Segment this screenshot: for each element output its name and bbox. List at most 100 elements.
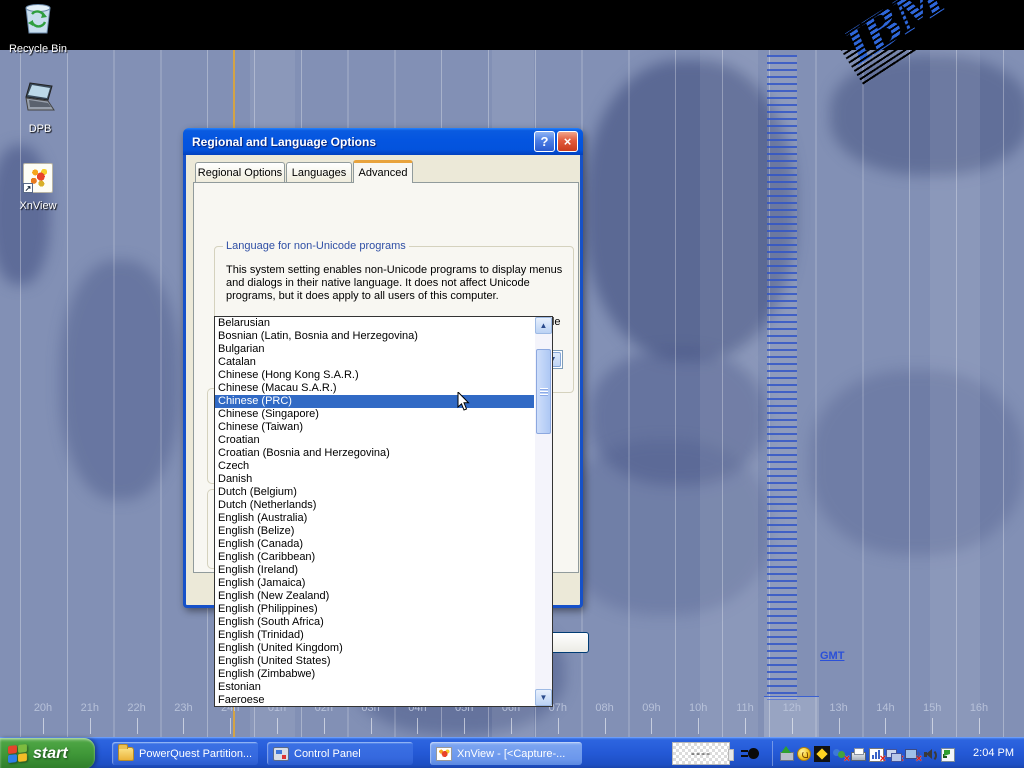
language-option[interactable]: Croatian (Bosnia and Herzegovina) <box>215 447 552 460</box>
desktop-icon-label: Recycle Bin <box>0 43 76 55</box>
ac-power-plug-icon[interactable] <box>740 746 762 761</box>
desktop-icon-xnview[interactable]: ↗ XnView <box>0 163 76 212</box>
hour-label: 13h <box>817 702 861 714</box>
hour-tick <box>324 718 325 734</box>
language-dropdown-list: BelarusianBosnian (Latin, Bosnia and Her… <box>214 316 553 707</box>
list-scrollbar[interactable]: ▲ ▼ <box>535 317 552 706</box>
gmt-label: GMT <box>820 650 844 662</box>
task-button[interactable]: Control Panel <box>267 742 413 765</box>
hour-tick <box>885 718 886 734</box>
description-line: and dialogs in their native language. It… <box>226 277 562 290</box>
language-option[interactable]: Estonian <box>215 681 552 694</box>
ati-icon[interactable] <box>814 746 830 762</box>
messenger-icon[interactable] <box>796 746 812 762</box>
cpanel-icon <box>273 747 289 761</box>
start-button-label: start <box>33 745 68 763</box>
wallpaper-top-strip: IBM <box>0 0 1024 50</box>
xnview-icon: ↗ <box>23 163 53 193</box>
language-option[interactable]: Bulgarian <box>215 343 552 356</box>
language-option[interactable]: Bosnian (Latin, Bosnia and Herzegovina) <box>215 330 552 343</box>
language-option[interactable]: English (United States) <box>215 655 552 668</box>
help-button[interactable]: ? <box>534 131 555 152</box>
taskbar-clock[interactable]: 2:04 PM <box>973 738 1014 768</box>
group-description: This system setting enables non-Unicode … <box>226 264 562 303</box>
language-option[interactable]: English (Jamaica) <box>215 577 552 590</box>
dialog-title: Regional and Language Options <box>192 135 532 149</box>
hour-label: 11h <box>723 702 767 714</box>
hour-label: 23h <box>161 702 205 714</box>
language-option[interactable]: Danish <box>215 473 552 486</box>
tab-advanced[interactable]: Advanced <box>353 160 413 183</box>
xnview-icon <box>436 747 452 761</box>
printer-icon[interactable] <box>850 746 866 762</box>
language-option[interactable]: Chinese (Hong Kong S.A.R.) <box>215 369 552 382</box>
dialog-titlebar[interactable]: Regional and Language Options ? × <box>183 128 583 155</box>
task-button-label: PowerQuest Partition... <box>139 748 252 760</box>
task-button-label: XnView - [<Capture-... <box>457 748 565 760</box>
apply-button-fragment[interactable] <box>547 632 589 653</box>
language-option[interactable]: Dutch (Netherlands) <box>215 499 552 512</box>
language-option[interactable]: Chinese (Macau S.A.R.) <box>215 382 552 395</box>
shortcut-arrow-icon: ↗ <box>23 183 33 193</box>
tab-languages[interactable]: Languages <box>286 162 352 183</box>
display-error-icon[interactable]: × <box>904 746 920 762</box>
language-option[interactable]: Faeroese <box>215 694 552 707</box>
hour-label: 12h <box>770 702 814 714</box>
language-option[interactable]: English (Philippines) <box>215 603 552 616</box>
hour-tick <box>932 718 933 734</box>
close-button[interactable]: × <box>557 131 578 152</box>
language-option[interactable]: Czech <box>215 460 552 473</box>
hour-label: 22h <box>115 702 159 714</box>
language-option[interactable]: English (Zimbabwe) <box>215 668 552 681</box>
hour-tick <box>698 718 699 734</box>
users-offline-icon[interactable]: × <box>832 746 848 762</box>
mouse-cursor <box>457 392 471 417</box>
task-button[interactable]: XnView - [<Capture-... <box>430 742 582 765</box>
language-option[interactable]: Dutch (Belgium) <box>215 486 552 499</box>
hour-label: 09h <box>629 702 673 714</box>
language-option[interactable]: Chinese (Singapore) <box>215 408 552 421</box>
language-option[interactable]: English (Canada) <box>215 538 552 551</box>
language-option[interactable]: Catalan <box>215 356 552 369</box>
start-button[interactable]: start <box>0 738 95 768</box>
hour-label: 15h <box>910 702 954 714</box>
tab-regional-options[interactable]: Regional Options <box>195 162 285 183</box>
language-option[interactable]: Croatian <box>215 434 552 447</box>
language-option[interactable]: English (New Zealand) <box>215 590 552 603</box>
scroll-up-icon[interactable]: ▲ <box>535 317 552 334</box>
language-option[interactable]: English (Belize) <box>215 525 552 538</box>
language-option[interactable]: English (United Kingdom) <box>215 642 552 655</box>
hour-label: 10h <box>676 702 720 714</box>
hour-label: 14h <box>863 702 907 714</box>
language-option[interactable]: English (South Africa) <box>215 616 552 629</box>
hour-tick <box>417 718 418 734</box>
hour-tick <box>792 718 793 734</box>
language-option[interactable]: Chinese (PRC) <box>215 395 534 408</box>
desktop-icon-dpb[interactable]: DPB <box>2 80 78 135</box>
flag-window-icon[interactable] <box>940 746 956 762</box>
hour-tick <box>230 718 231 734</box>
hour-label: 08h <box>583 702 627 714</box>
language-option[interactable]: English (Ireland) <box>215 564 552 577</box>
scrollbar-thumb[interactable] <box>536 349 551 434</box>
system-tray: ×××× <box>772 738 956 768</box>
language-option[interactable]: Belarusian <box>215 317 552 330</box>
hour-tick <box>839 718 840 734</box>
help-icon: ? <box>541 134 549 149</box>
hour-label: 16h <box>957 702 1001 714</box>
language-option[interactable]: English (Trinidad) <box>215 629 552 642</box>
groupbox-title: Language for non-Unicode programs <box>223 240 409 252</box>
volume-icon[interactable] <box>922 746 938 762</box>
network-disconnected-icon[interactable]: × <box>886 746 902 762</box>
chart-error-icon[interactable]: × <box>868 746 884 762</box>
desktop-icon-recycle-bin[interactable]: Recycle Bin <box>0 2 76 55</box>
language-option[interactable]: English (Caribbean) <box>215 551 552 564</box>
language-option[interactable]: English (Australia) <box>215 512 552 525</box>
scroll-down-icon[interactable]: ▼ <box>535 689 552 706</box>
hour-tick <box>464 718 465 734</box>
language-option[interactable]: Chinese (Taiwan) <box>215 421 552 434</box>
battery-meter[interactable]: ---- <box>672 742 730 765</box>
task-button[interactable]: PowerQuest Partition... <box>112 742 258 765</box>
remove-hardware-icon[interactable] <box>778 746 794 762</box>
hour-tick <box>511 718 512 734</box>
